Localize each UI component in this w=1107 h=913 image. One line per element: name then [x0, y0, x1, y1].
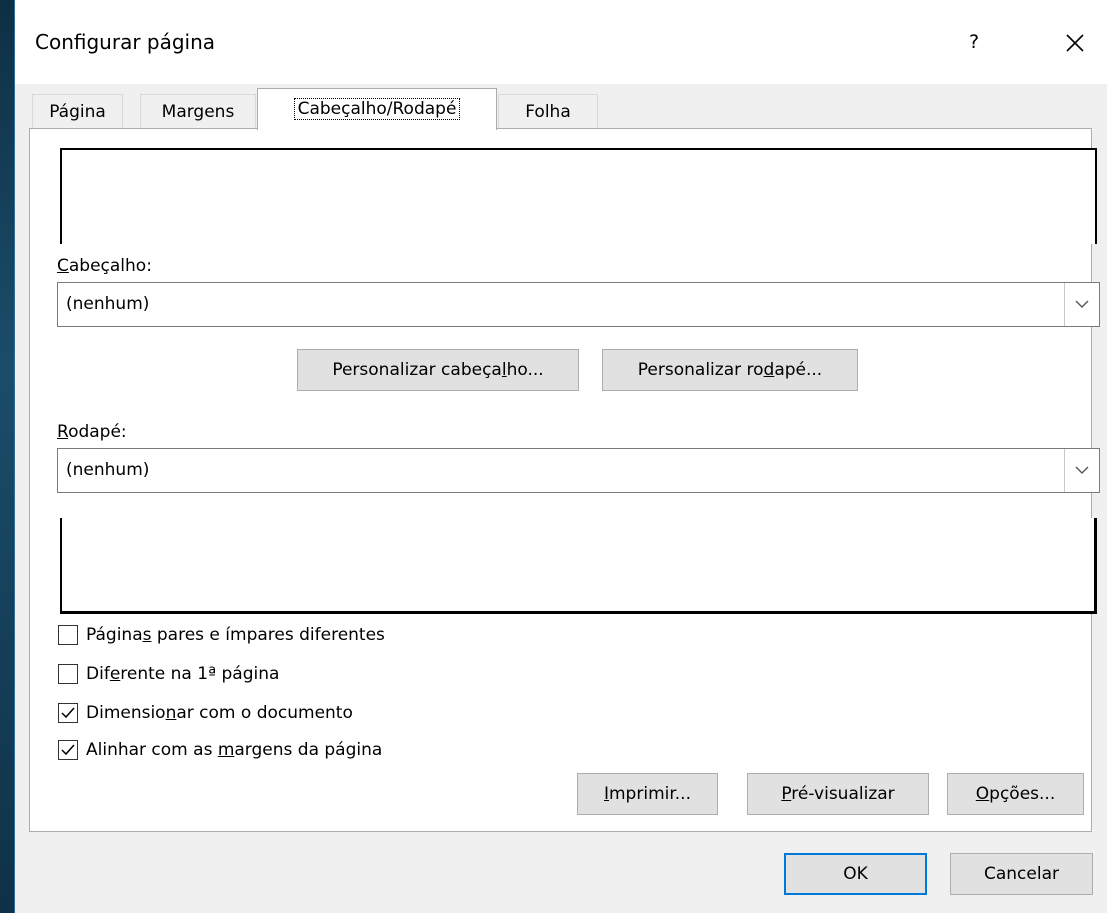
tab-label: Cabeçalho/Rodapé [293, 98, 461, 120]
custom-header-button[interactable]: Personalizar cabeçalho... [297, 349, 579, 391]
tab-pagina[interactable]: Página [32, 94, 123, 128]
header-label: Cabeçalho: [57, 256, 152, 276]
footer-select-value: (nenhum) [66, 460, 150, 480]
chevron-down-icon[interactable] [1064, 449, 1099, 492]
background-window [0, 0, 14, 913]
chevron-down-icon[interactable] [1064, 283, 1099, 326]
close-icon [1066, 33, 1084, 52]
odd-even-checkbox[interactable]: Páginas pares e ímpares diferentes [58, 623, 385, 647]
ok-button[interactable]: OK [784, 853, 927, 895]
checkbox-box[interactable] [58, 703, 78, 723]
tab-label: Página [49, 102, 106, 122]
checkbox-box[interactable] [58, 664, 78, 684]
tab-panel: Cabeçalho: (nenhum) Personalizar cabeçal… [29, 128, 1100, 832]
checkmark-icon [61, 707, 75, 719]
header-select[interactable]: (nenhum) [57, 282, 1100, 327]
checkbox-label: Alinhar com as margens da página [86, 740, 383, 760]
checkbox-label: Páginas pares e ímpares diferentes [86, 625, 385, 645]
checkbox-label: Dimensionar com o documento [86, 703, 353, 723]
cancel-button[interactable]: Cancelar [950, 853, 1093, 895]
options-button[interactable]: Opções... [947, 773, 1084, 815]
checkbox-label: Diferente na 1ª página [86, 664, 280, 684]
footer-label: Rodapé: [57, 422, 127, 442]
tab-cabecalho-rodape[interactable]: Cabeçalho/Rodapé [257, 88, 497, 130]
footer-preview [60, 518, 1097, 614]
custom-footer-button[interactable]: Personalizar rodapé... [602, 349, 858, 391]
close-button[interactable] [1055, 22, 1095, 62]
first-page-checkbox[interactable]: Diferente na 1ª página [58, 662, 279, 686]
help-button[interactable]: ? [959, 22, 989, 62]
checkbox-box[interactable] [58, 740, 78, 760]
header-preview [60, 148, 1097, 244]
dialog-title: Configurar página [35, 30, 216, 54]
scale-with-document-checkbox[interactable]: Dimensionar com o documento [58, 701, 353, 725]
print-button[interactable]: Imprimir... [577, 773, 718, 815]
tab-label: Folha [525, 102, 571, 122]
tab-folha[interactable]: Folha [498, 94, 598, 128]
checkbox-box[interactable] [58, 625, 78, 645]
preview-button[interactable]: Pré-visualizar [747, 773, 929, 815]
footer-select[interactable]: (nenhum) [57, 448, 1100, 493]
tab-label: Margens [161, 102, 235, 122]
header-select-value: (nenhum) [66, 294, 150, 314]
tab-margens[interactable]: Margens [140, 94, 256, 128]
page-setup-dialog: Configurar página ? Página Margens Cabeç… [14, 0, 1107, 913]
title-bar: Configurar página ? [15, 0, 1107, 84]
checkmark-icon [61, 744, 75, 756]
align-margins-checkbox[interactable]: Alinhar com as margens da página [58, 738, 382, 762]
